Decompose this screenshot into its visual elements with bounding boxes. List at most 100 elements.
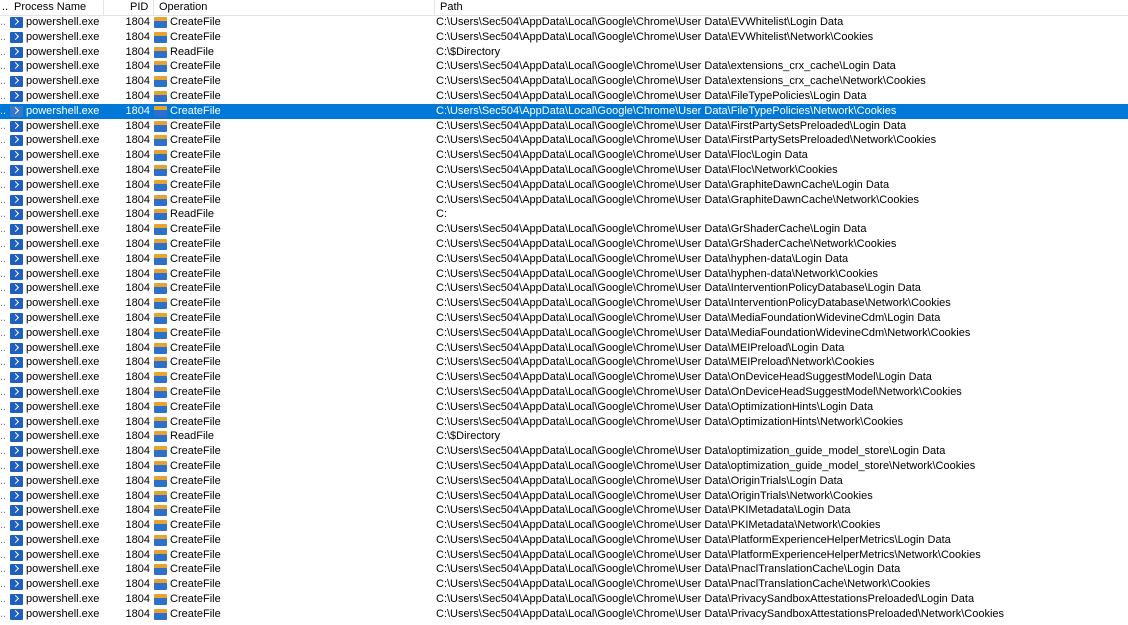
row-edge: .. [0,519,7,532]
event-row[interactable]: .. powershell.exe 1804 CreateFile C:\Users\S… [0,74,1128,89]
event-row[interactable]: .. powershell.exe 1804 CreateFile C:\Users\S… [0,252,1128,267]
event-row[interactable]: .. powershell.exe 1804 CreateFile C:\Users\S… [0,89,1128,104]
header-process-name[interactable]: Process Name [14,0,86,15]
path: C:\Users\Sec504\AppData\Local\Google\Chr… [436,223,867,236]
event-row[interactable]: .. powershell.exe 1804 CreateFile C:\Users\S… [0,562,1128,577]
event-row[interactable]: .. powershell.exe 1804 CreateFile C:\Users\S… [0,133,1128,148]
event-row[interactable]: .. powershell.exe 1804 CreateFile C:\Users\S… [0,474,1128,489]
event-row[interactable]: .. powershell.exe 1804 CreateFile C:\Users\S… [0,370,1128,385]
event-row[interactable]: .. powershell.exe 1804 CreateFile C:\Users\S… [0,30,1128,45]
event-row[interactable]: .. powershell.exe 1804 CreateFile C:\Users\S… [0,267,1128,282]
path: C:\Users\Sec504\AppData\Local\Google\Chr… [436,504,851,517]
event-row[interactable]: .. powershell.exe 1804 CreateFile C:\Users\S… [0,311,1128,326]
pid: 1804 [125,252,150,265]
readfile-icon [154,46,167,58]
event-row[interactable]: .. powershell.exe 1804 CreateFile C:\Users\S… [0,415,1128,430]
event-row[interactable]: .. powershell.exe 1804 ReadFile C:\$Director… [0,45,1128,60]
header-divider[interactable] [153,0,154,15]
path: C:\Users\Sec504\AppData\Local\Google\Chr… [436,282,921,295]
pid: 1804 [125,385,150,398]
operation: ReadFile [170,430,215,443]
event-row[interactable]: .. powershell.exe 1804 CreateFile C:\Users\S… [0,385,1128,400]
header-operation[interactable]: Operation [159,0,207,15]
header-path[interactable]: Path [440,0,463,15]
path: C:\$Directory [436,45,501,58]
createfile-icon [154,490,167,502]
operation: CreateFile [170,149,221,162]
event-row[interactable]: .. powershell.exe 1804 CreateFile C:\Users\S… [0,296,1128,311]
row-edge: .. [0,89,7,102]
operation: ReadFile [170,45,215,58]
createfile-icon [154,120,167,132]
event-row[interactable]: .. powershell.exe 1804 CreateFile C:\Users\S… [0,341,1128,356]
event-row[interactable]: .. powershell.exe 1804 CreateFile C:\Users\S… [0,222,1128,237]
pid: 1804 [125,89,150,102]
rows-container: .. powershell.exe 1804 CreateFile C:\Users\S… [0,15,1128,622]
header-divider[interactable] [103,0,104,15]
header-divider[interactable] [434,0,435,15]
path: C:\Users\Sec504\AppData\Local\Google\Chr… [436,371,932,384]
pid: 1804 [125,533,150,546]
event-row[interactable]: .. powershell.exe 1804 CreateFile C:\Users\S… [0,163,1128,178]
event-row[interactable]: .. powershell.exe 1804 CreateFile C:\Users\S… [0,119,1128,134]
powershell-icon [10,90,23,102]
powershell-icon [10,608,23,620]
pid: 1804 [125,45,150,58]
event-row[interactable]: .. powershell.exe 1804 CreateFile C:\Users\S… [0,533,1128,548]
event-row[interactable]: .. powershell.exe 1804 CreateFile C:\Users\S… [0,193,1128,208]
pid: 1804 [125,30,150,43]
event-row[interactable]: .. powershell.exe 1804 CreateFile C:\Users\S… [0,518,1128,533]
createfile-icon [154,372,167,384]
event-row[interactable]: .. powershell.exe 1804 CreateFile C:\Users\S… [0,607,1128,622]
row-edge: .. [0,223,7,236]
pid: 1804 [125,593,150,606]
path: C: [436,208,447,221]
event-row[interactable]: .. powershell.exe 1804 CreateFile C:\Users\S… [0,459,1128,474]
event-row[interactable]: .. powershell.exe 1804 CreateFile C:\Users\S… [0,489,1128,504]
event-row[interactable]: .. powershell.exe 1804 CreateFile C:\Users\S… [0,400,1128,415]
event-row[interactable]: .. powershell.exe 1804 CreateFile C:\Users\S… [0,355,1128,370]
event-row[interactable]: .. powershell.exe 1804 CreateFile C:\Users\S… [0,148,1128,163]
event-row[interactable]: .. powershell.exe 1804 CreateFile C:\Users\S… [0,548,1128,563]
event-row[interactable]: .. powershell.exe 1804 CreateFile C:\Users\S… [0,281,1128,296]
pid: 1804 [125,563,150,576]
powershell-icon [10,238,23,250]
event-row[interactable]: .. powershell.exe 1804 ReadFile C:\$Director… [0,429,1128,444]
pid: 1804 [125,311,150,324]
event-row[interactable]: .. powershell.exe 1804 CreateFile C:\Users\S… [0,237,1128,252]
pid: 1804 [125,163,150,176]
row-edge: .. [0,430,7,443]
event-row[interactable]: .. powershell.exe 1804 CreateFile C:\Users\S… [0,59,1128,74]
powershell-icon [10,46,23,58]
path: C:\Users\Sec504\AppData\Local\Google\Chr… [436,326,971,339]
powershell-icon [10,268,23,280]
event-row[interactable]: .. powershell.exe 1804 CreateFile C:\Users\S… [0,503,1128,518]
pid: 1804 [125,445,150,458]
event-row[interactable]: .. powershell.exe 1804 CreateFile C:\Users\S… [0,326,1128,341]
path: C:\Users\Sec504\AppData\Local\Google\Chr… [436,341,845,354]
createfile-icon [154,564,167,576]
event-row[interactable]: .. powershell.exe 1804 CreateFile C:\Users\S… [0,103,1128,119]
event-row[interactable]: .. powershell.exe 1804 CreateFile C:\Users\S… [0,178,1128,193]
powershell-icon [10,416,23,428]
path: C:\Users\Sec504\AppData\Local\Google\Chr… [436,607,1005,620]
path: C:\Users\Sec504\AppData\Local\Google\Chr… [436,267,879,280]
header-pid[interactable]: PID [130,0,148,15]
row-edge: .. [0,563,7,576]
event-row[interactable]: .. powershell.exe 1804 CreateFile C:\Users\S… [0,577,1128,592]
operation: CreateFile [170,356,221,369]
event-row[interactable]: .. powershell.exe 1804 ReadFile C: [0,207,1128,222]
pid: 1804 [125,489,150,502]
event-row[interactable]: .. powershell.exe 1804 CreateFile C:\Users\S… [0,592,1128,607]
operation: CreateFile [170,119,221,132]
powershell-icon [10,564,23,576]
row-edge: .. [0,400,7,413]
pid: 1804 [125,548,150,561]
createfile-icon [154,401,167,413]
readfile-icon [154,209,167,221]
event-list[interactable]: .. Process Name PID Operation Path .. pow… [0,0,1128,625]
event-row[interactable]: .. powershell.exe 1804 CreateFile C:\Users\S… [0,444,1128,459]
event-row[interactable]: .. powershell.exe 1804 CreateFile C:\Users\S… [0,15,1128,30]
createfile-icon [154,446,167,458]
path: C:\Users\Sec504\AppData\Local\Google\Chr… [436,563,901,576]
